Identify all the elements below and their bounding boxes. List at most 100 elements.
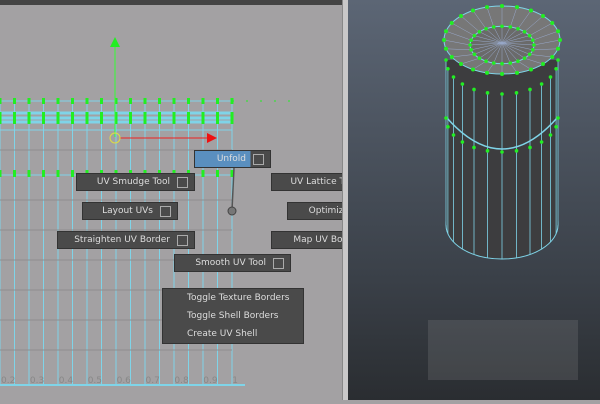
uv-vertex [444,116,448,120]
uv-vertex [471,67,475,72]
uv-vertex [558,38,562,42]
uv-vertex [515,70,520,75]
unfold-item[interactable]: Unfold [194,150,271,168]
uv-vertex [541,13,546,18]
uv-vertex [500,4,504,8]
map-uv-border-item[interactable]: Map UV Border [271,231,342,249]
move-u-arrow-icon [207,133,217,143]
uv-point [216,112,219,124]
uv-vertex [514,149,519,153]
uv-vertex [500,61,504,66]
uv-vertex [541,62,546,67]
uv-lattice-tool-item[interactable]: UV Lattice Tool [271,173,342,191]
uv-smudge-tool-item[interactable]: UV Smudge Tool [76,173,195,191]
uv-point [13,170,16,177]
uv-point [42,170,45,177]
uv-point [27,170,31,177]
axis-tick-label: 0.5 [87,376,103,386]
uv-vertex [460,82,465,86]
cylinder-mesh[interactable] [348,0,600,400]
uv-point [129,98,132,104]
uv-point [143,112,147,124]
uv-editor-panel[interactable]: 0.2 0.3 0.4 0.5 0.6 0.7 0.8 0.9 1 Unfold UV Smud… [0,0,342,400]
uv-point [71,170,74,177]
uv-vertex [556,58,560,62]
uv-point [201,98,205,104]
uv-vertex [484,5,489,10]
smooth-uv-tool-item[interactable]: Smooth UV Tool [174,254,291,272]
layout-uvs-item[interactable]: Layout UVs [82,202,178,220]
uv-vertex [514,91,519,95]
uv-vertex [516,27,520,31]
3d-viewport[interactable] [348,0,600,400]
uv-smudge-label: UV Smudge Tool [96,177,170,187]
uv-lattice-label: UV Lattice Tool [290,177,342,187]
uv-vertex [554,66,558,71]
straighten-option-box[interactable] [177,235,188,246]
uv-vertex [529,8,533,13]
uv-vertex [477,29,482,34]
uv-vertex [500,72,504,76]
toggle-texture-borders-item[interactable]: Toggle Texture Borders [163,289,303,307]
map-border-label: Map UV Border [293,235,342,245]
uv-vertex [508,61,513,65]
uv-smudge-option-box[interactable] [177,177,188,188]
smooth-option-box[interactable] [273,258,284,269]
uv-vertex [522,29,527,34]
create-uv-shell-item[interactable]: Create UV Shell [163,325,303,343]
axis-tick-label: 0.2 [1,376,16,386]
unfold-option-box[interactable] [253,154,264,165]
uv-vertex [443,46,448,51]
uv-vertex [442,38,446,42]
uv-point [100,98,103,104]
uv-point [158,112,161,124]
uv-point [85,112,89,124]
straighten-label: Straighten UV Border [74,235,170,245]
move-v-arrow-icon [110,37,120,47]
uv-point [27,112,31,124]
layout-uvs-option-box[interactable] [160,206,171,217]
uv-point [85,98,89,104]
uv-vertex [485,91,490,95]
uv-point [56,112,60,124]
uv-vertex [491,25,496,29]
uv-vertex [556,29,561,34]
uv-vertex [484,70,489,75]
uv-vertex [477,56,482,61]
uv-point [56,98,60,104]
uv-vertex [554,124,558,129]
uv-vertex [458,62,463,67]
uv-vertex [449,55,454,59]
uv-vertex [460,140,465,144]
uv-point [13,98,16,104]
unfold-label: Unfold [216,154,246,164]
uv-point [42,98,45,104]
uv-vertex [484,59,488,63]
uv-point [56,170,60,177]
uv-point [216,170,219,177]
axis-tick-label: 0.9 [203,376,218,386]
uv-vertex [550,55,555,59]
uv-vertex [484,27,488,31]
uv-vertex [532,43,536,47]
uv-vertex [491,61,496,65]
uv-vertex [527,33,532,38]
uv-point [0,170,2,177]
uv-vertex [472,33,477,38]
uv-vertex [522,56,527,61]
uv-vertex [556,46,561,51]
uv-vertex [444,58,448,62]
uv-point [42,112,45,124]
toggle-shell-borders-item[interactable]: Toggle Shell Borders [163,307,303,325]
uv-vertex [539,82,544,86]
uv-vertex [556,116,560,120]
axis-tick-label: 1 [232,376,238,386]
optimize-item[interactable]: Optimize [287,202,342,220]
uv-vertex [515,5,520,10]
straighten-uv-border-item[interactable]: Straighten UV Border [57,231,195,249]
uv-point [143,98,147,104]
axis-tick-label: 0.7 [145,376,160,386]
uv-point [0,112,2,124]
axis-tick-label: 0.6 [116,376,131,386]
uv-point [13,112,16,124]
